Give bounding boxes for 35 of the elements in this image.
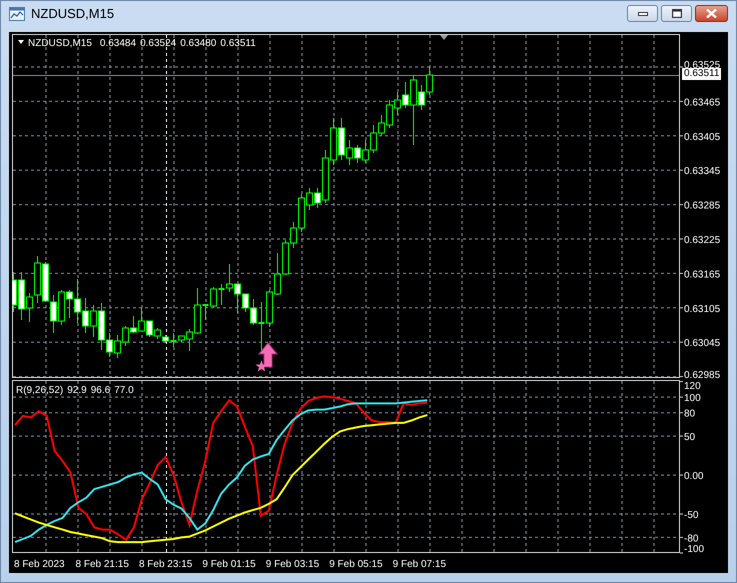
price-value: 0.63484: [100, 38, 136, 49]
price-label: 0.63105: [684, 304, 720, 315]
axis-label: 80: [684, 408, 696, 420]
indicator-value: 92.9: [67, 385, 87, 396]
time-label: 8 Feb 21:15: [76, 559, 129, 570]
time-label: 9 Feb 03:15: [266, 559, 320, 570]
symbol-label: NZDUSD,M15: [28, 38, 92, 49]
time-label: 8 Feb 2023: [14, 559, 65, 570]
axis-label: -80: [684, 533, 698, 544]
price-value: 0.63480: [180, 38, 216, 49]
time-label: 9 Feb 01:15: [202, 559, 256, 570]
indicator-name: R(9,26,52): [16, 385, 64, 396]
price-label: 0.63045: [684, 338, 720, 350]
time-label: 9 Feb 05:15: [329, 559, 383, 570]
axis-label: 100: [684, 393, 701, 404]
window-title: NZDUSD,M15: [31, 6, 114, 21]
price-label: 0.63345: [684, 166, 720, 178]
price-label: 0.63285: [684, 200, 720, 212]
current-price: 0.63511: [682, 68, 722, 80]
price-label: 0.63405: [684, 132, 720, 143]
price-label: 0.63225: [684, 235, 720, 246]
axis-label: 0.00: [684, 471, 704, 482]
time-label: 9 Feb 07:15: [392, 559, 446, 570]
indicator-value: 96.6: [90, 385, 110, 396]
time-label: 8 Feb 23:15: [138, 559, 192, 570]
price-label: 0.62985: [684, 370, 720, 380]
indicator-value: 77.0: [114, 385, 134, 396]
price-label: 0.63465: [684, 97, 720, 108]
price-label: 0.63165: [684, 269, 720, 280]
axis-label: 50: [684, 432, 696, 444]
price-value: 0.63511: [220, 38, 256, 49]
price-value: 0.63524: [140, 38, 176, 49]
axis-label: 120: [684, 381, 701, 392]
axis-label: -50: [684, 510, 698, 522]
axis-label: -100: [684, 544, 704, 555]
